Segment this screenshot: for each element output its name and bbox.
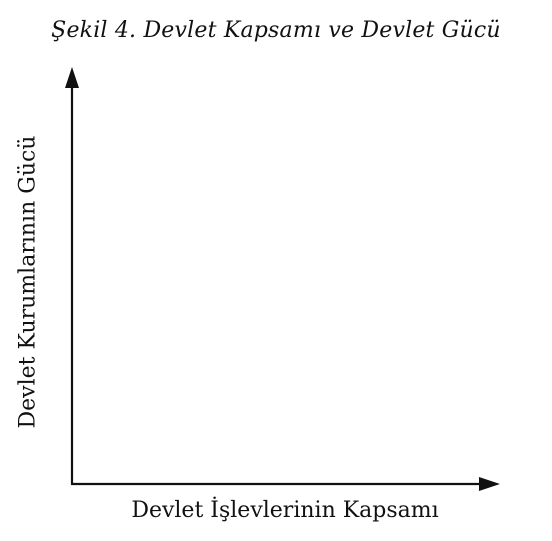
y-axis-arrowhead: [65, 67, 79, 88]
y-axis-label: Devlet Kurumlarının Gücü: [15, 135, 41, 429]
x-axis-label: Devlet İşlevlerinin Kapsamı: [131, 498, 439, 523]
x-axis-arrowhead: [479, 477, 500, 491]
axes: [65, 67, 500, 491]
